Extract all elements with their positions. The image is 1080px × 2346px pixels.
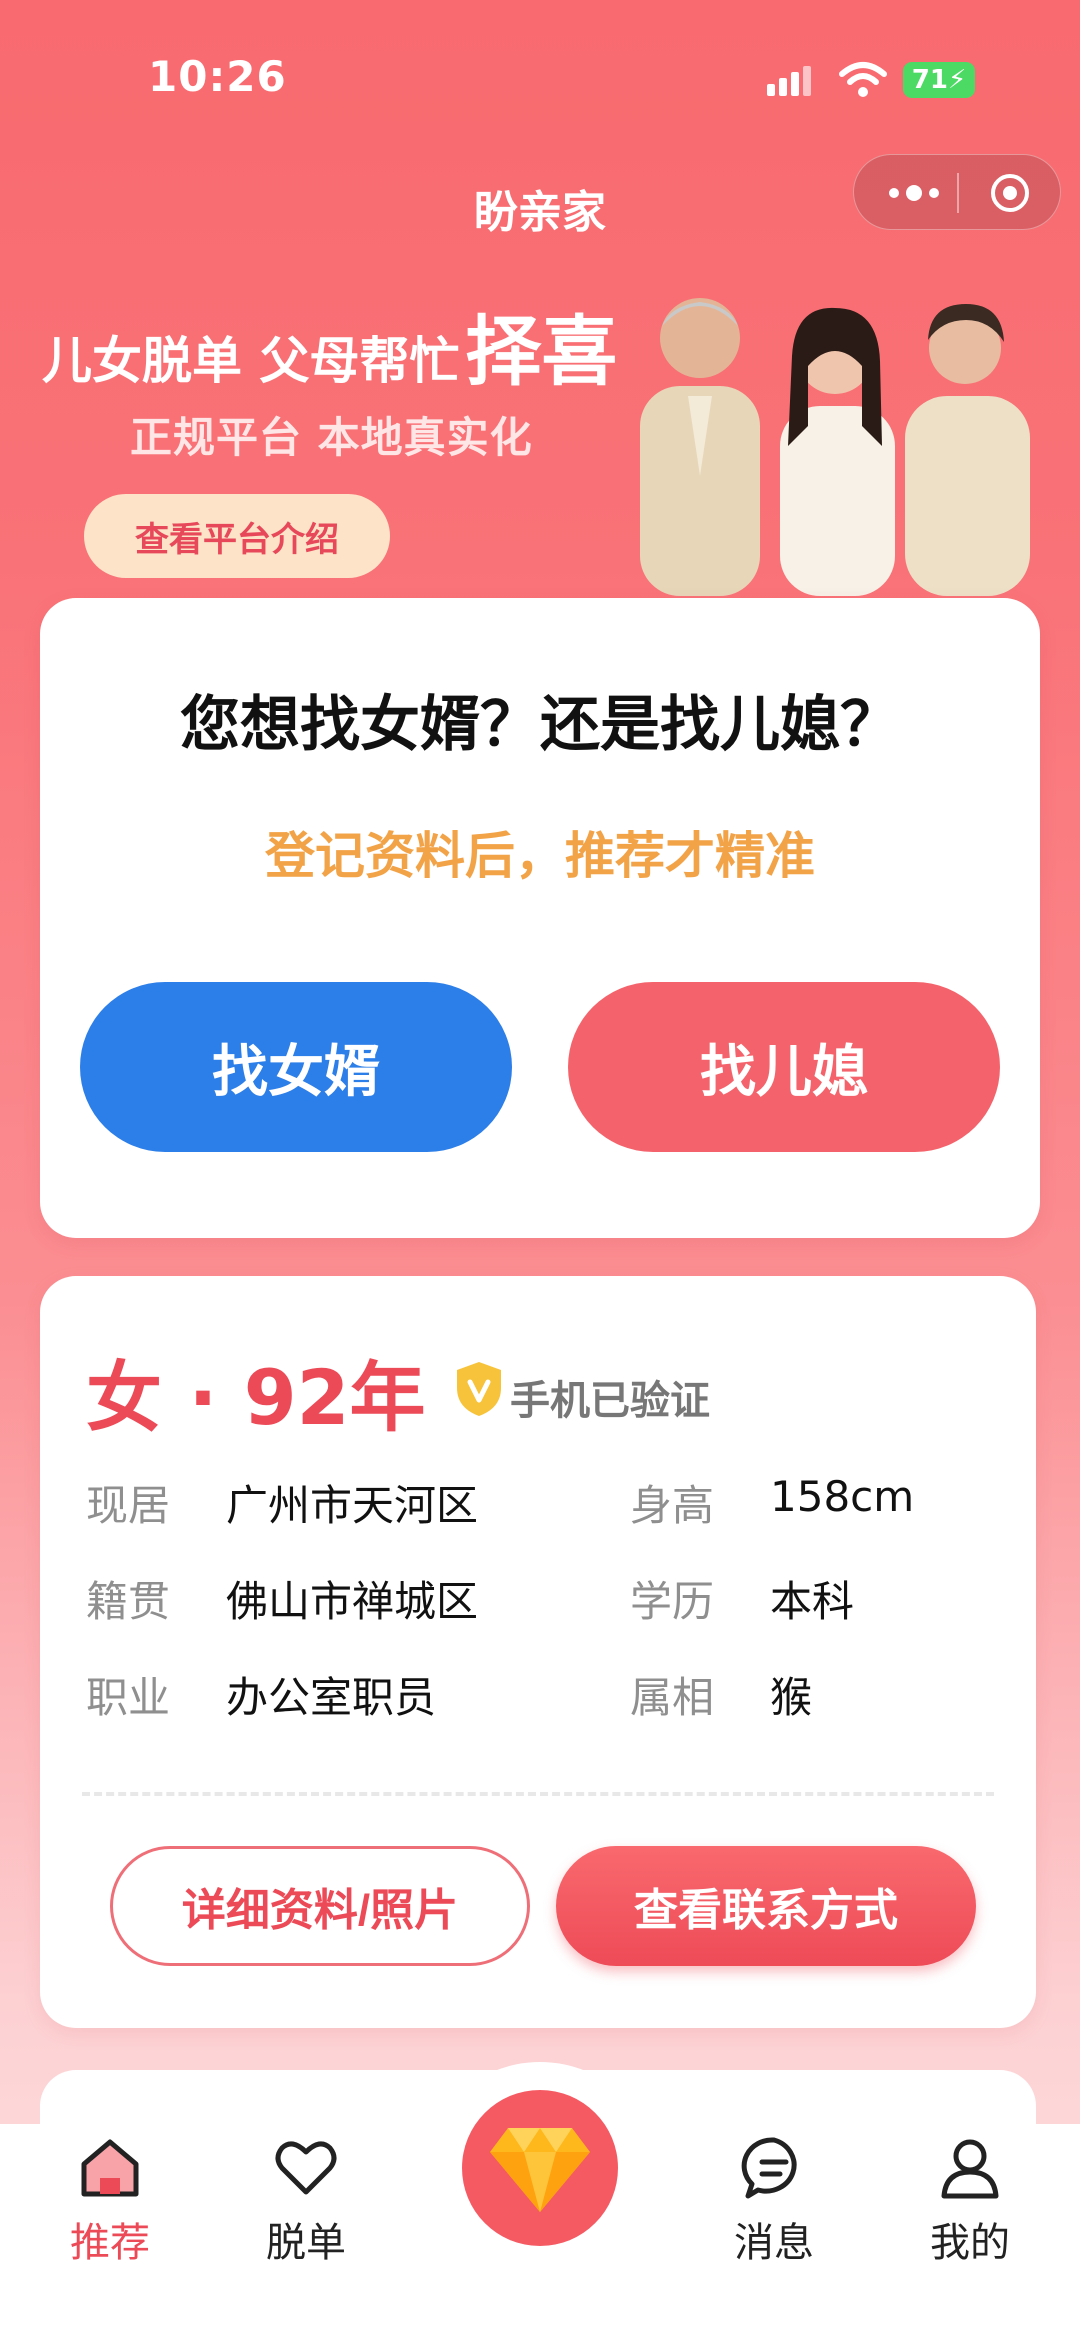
hero-headline: 儿女脱单 父母帮忙择喜 (42, 290, 617, 400)
matchmaking-question-card: 您想找女婿？还是找儿媳？ 登记资料后，推荐才精准 找女婿 找儿媳 (40, 598, 1040, 1238)
tab-recommend[interactable]: 推荐 (30, 2124, 190, 2346)
tab-label: 脱单 (266, 2220, 346, 2266)
signal-icon (767, 66, 811, 96)
question-title: 您想找女婿？还是找儿媳？ (180, 690, 900, 760)
find-daughter-in-law-button[interactable]: 找儿媳 (568, 982, 1000, 1152)
wifi-icon (839, 62, 887, 97)
tab-profile[interactable]: 我的 (890, 2124, 1050, 2346)
vip-diamond-button[interactable] (462, 2090, 618, 2246)
field-value: 158cm (770, 1472, 915, 1521)
battery-level: 71 (911, 65, 948, 95)
chat-icon (741, 2137, 797, 2199)
profile-gender-year: 女 · 92年 (86, 1353, 426, 1442)
tab-label: 推荐 (70, 2220, 150, 2266)
hero-headline-emphasis: 择喜 (465, 307, 618, 396)
home-icon (81, 2139, 139, 2197)
field-label: 籍贯 (86, 1577, 171, 1626)
platform-intro-button[interactable]: 查看平台介绍 (84, 494, 390, 578)
detail-photos-button[interactable]: 详细资料/照片 (110, 1846, 530, 1966)
phone-verified-label: 手机已验证 (510, 1378, 710, 1424)
battery-indicator: 71 ⚡ (903, 62, 975, 98)
field-label: 现居 (86, 1481, 171, 1530)
tab-messages[interactable]: 消息 (694, 2124, 854, 2346)
divider (82, 1792, 994, 1796)
field-label: 职业 (86, 1673, 171, 1722)
heart-icon (275, 2141, 337, 2195)
tab-label: 我的 (930, 2220, 1010, 2266)
family-photo (640, 298, 1030, 596)
app-title: 盼亲家 (474, 187, 606, 238)
field-label: 学历 (630, 1577, 715, 1626)
status-time: 10:26 (148, 52, 287, 101)
field-value: 猴 (770, 1673, 813, 1722)
hero-headline-text: 儿女脱单 父母帮忙 (42, 332, 460, 390)
field-value: 广州市天河区 (226, 1481, 479, 1530)
field-value: 本科 (770, 1577, 855, 1626)
tab-label: 消息 (734, 2220, 814, 2266)
find-son-in-law-button[interactable]: 找女婿 (80, 982, 512, 1152)
question-subtitle: 登记资料后，推荐才精准 (265, 827, 815, 885)
field-value: 佛山市禅城区 (226, 1577, 479, 1626)
view-contact-button[interactable]: 查看联系方式 (556, 1846, 976, 1966)
field-value: 办公室职员 (226, 1673, 437, 1722)
verified-shield-icon (457, 1362, 501, 1416)
field-label: 属相 (630, 1673, 715, 1722)
tab-dating[interactable]: 脱单 (226, 2124, 386, 2346)
field-label: 身高 (630, 1481, 715, 1530)
hero-subtitle: 正规平台 本地真实化 (130, 413, 533, 462)
user-icon (941, 2139, 999, 2199)
profile-card[interactable]: 女 · 92年 手机已验证 现居 广州市天河区 身高 158cm 籍贯 佛山市禅… (40, 1276, 1036, 2028)
diamond-icon (490, 2128, 590, 2212)
